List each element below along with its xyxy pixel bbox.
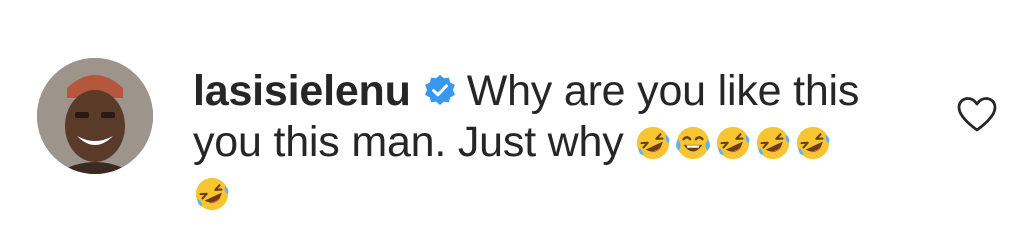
like-button[interactable] [955,94,999,134]
rolling-on-floor-laughing-icon [714,124,752,162]
avatar-image [37,58,153,174]
face-with-tears-of-joy-icon [674,124,712,162]
username-link[interactable]: lasisielenu [193,67,411,115]
verified-badge-icon [423,74,457,108]
rolling-on-floor-laughing-icon [634,124,672,162]
rolling-on-floor-laughing-icon [794,124,832,162]
comment-row: lasisielenu Why are you like this you th… [0,0,1024,241]
comment-body: lasisielenu Why are you like this you th… [193,66,893,219]
rolling-on-floor-laughing-icon [193,175,231,213]
rolling-on-floor-laughing-icon [754,124,792,162]
heart-outline-icon [957,97,997,132]
avatar[interactable] [37,58,153,174]
